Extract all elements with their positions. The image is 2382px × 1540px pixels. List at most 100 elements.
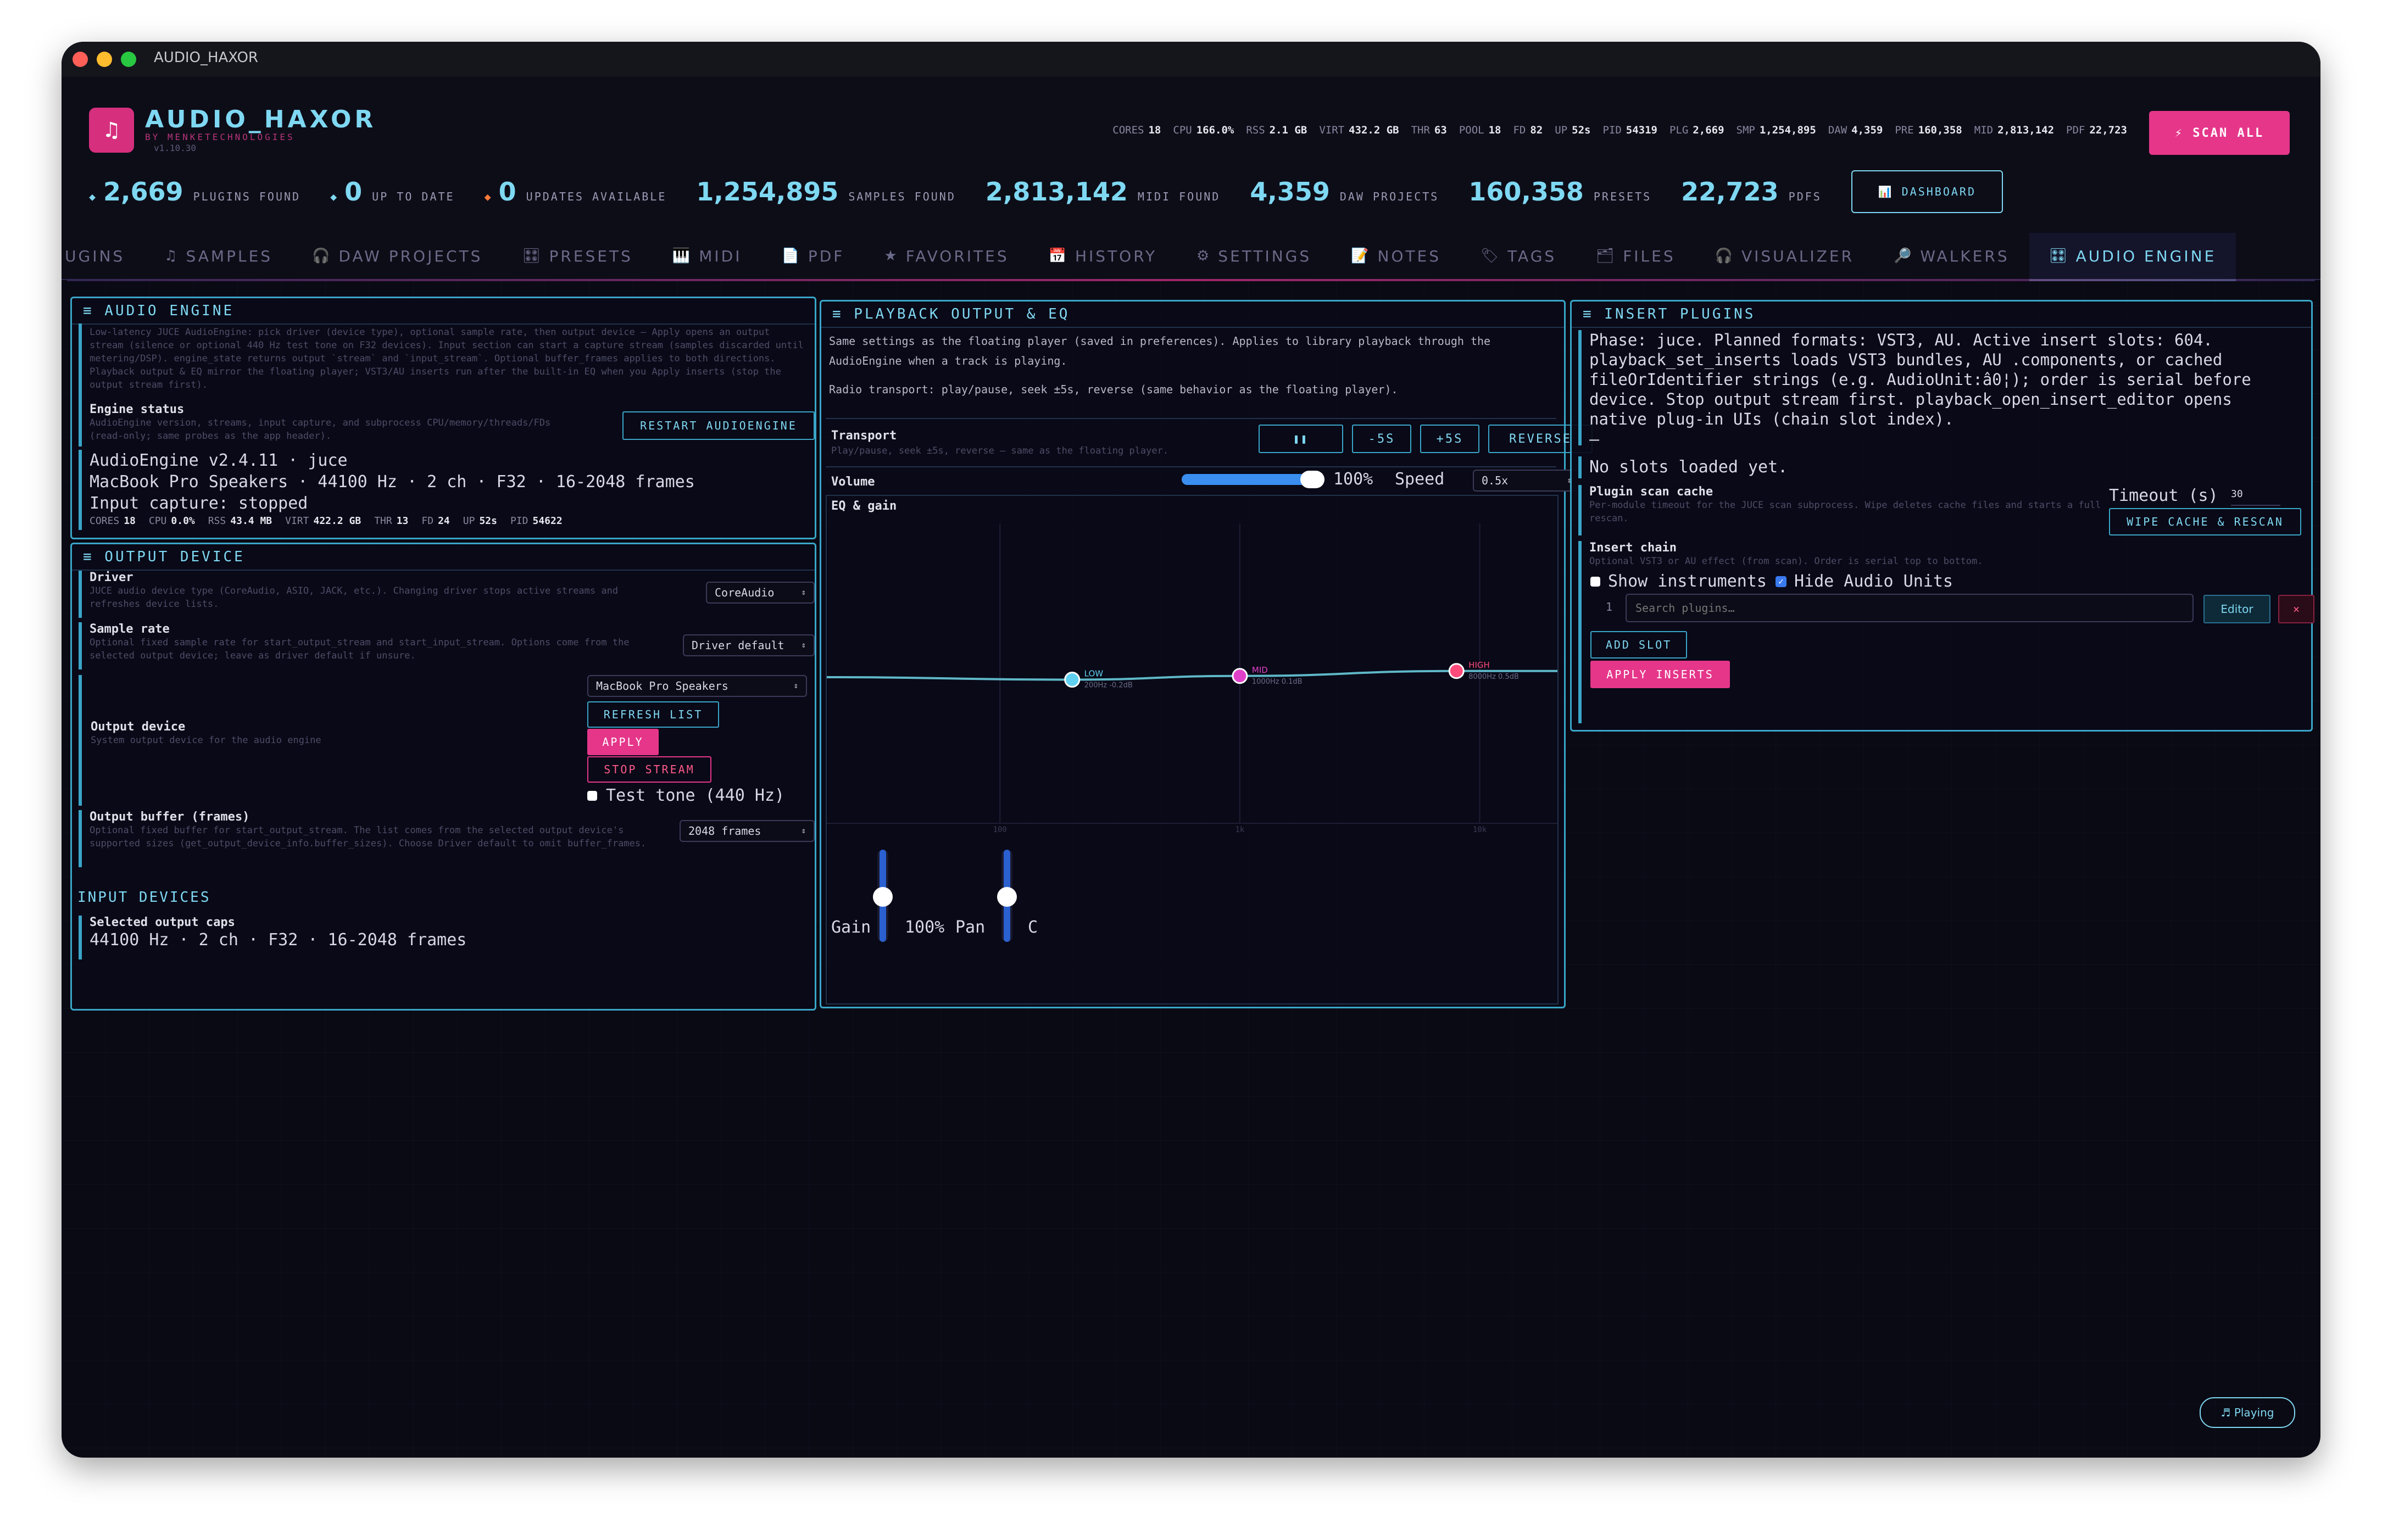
show-instruments-checkbox[interactable]: [1590, 576, 1600, 587]
tab-label: UGINS: [65, 247, 125, 265]
app-window: AUDIO_HAXOR ♫ AUDIO_HAXOR BY MENKETECHNO…: [62, 42, 2320, 1458]
tab-history[interactable]: 📅 HISTORY: [1029, 233, 1177, 279]
dashboard-button[interactable]: 📊 DASHBOARD: [1851, 170, 2003, 213]
panel-title: ≡ OUTPUT DEVICE: [72, 544, 815, 571]
process-metric: CPU 0.0%: [149, 515, 195, 527]
sample-rate-select[interactable]: Driver default ⇕: [683, 634, 815, 656]
pan-slider[interactable]: [997, 850, 1017, 942]
metric-key: CPU: [1173, 124, 1192, 136]
restart-audioengine-button[interactable]: RESTART AUDIOENGINE: [622, 411, 815, 440]
tab-midi[interactable]: 🎹 MIDI: [653, 233, 762, 279]
tab-presets[interactable]: 🎛 PRESETS: [502, 233, 652, 279]
test-tone-checkbox[interactable]: [587, 790, 597, 801]
engine-process-metrics: CORES 18 CPU 0.0% RSS 43.4 MB VIRT 422.2 GB THR 1…: [90, 515, 809, 527]
eq-curve-graph[interactable]: 100 1k 10k LOW 200Hz -0.2dB MID 1000Hz 0.1dB HI…: [827, 518, 1557, 836]
output-buffer-section: Output buffer (frames) Optional fixed bu…: [79, 810, 817, 867]
input-capture-line: Input capture: stopped: [90, 494, 308, 513]
pan-knob[interactable]: [997, 887, 1017, 907]
transport-section: Transport Play/pause, seek ±5s, reverse …: [826, 418, 1593, 464]
tab-daw-projects[interactable]: 🎧 DAW PROJECTS: [292, 233, 502, 279]
editor-button[interactable]: Editor: [2203, 595, 2270, 623]
now-playing-badge[interactable]: ♬ Playing: [2200, 1397, 2295, 1428]
metric-key: RSS: [208, 515, 226, 527]
seek-forward-5s-button[interactable]: +5S: [1420, 425, 1479, 453]
metric-value: 422.2 GB: [313, 515, 361, 527]
test-tone-label: Test tone (440 Hz): [606, 786, 785, 805]
output-device-section: MacBook Pro Speakers ⇕ REFRESH LIST APPLY…: [79, 675, 817, 806]
tab-label: PRESETS: [549, 247, 633, 265]
eq-band-handle-mid[interactable]: [1232, 668, 1248, 684]
volume-slider[interactable]: [1182, 471, 1324, 488]
tab-walkers[interactable]: 🔎 WALKERS: [1874, 233, 2029, 279]
metric-key: CPU: [148, 515, 167, 527]
apply-device-button[interactable]: APPLY: [587, 729, 659, 755]
tab-label: WALKERS: [1920, 247, 2010, 265]
stats-bar: ◆ 2,669 PLUGINS FOUND ◆ 0 UP TO DATE ◆ 0 UPDATES…: [89, 170, 2003, 213]
insert-chain-label: Insert chain: [1589, 541, 1677, 555]
add-slot-button[interactable]: ADD SLOT: [1590, 631, 1687, 659]
refresh-list-button[interactable]: REFRESH LIST: [587, 701, 719, 728]
header-metric: FD 82: [1513, 124, 1543, 136]
tab-files[interactable]: 🗂 FILES: [1576, 233, 1695, 279]
driver-select[interactable]: CoreAudio ⇕: [706, 582, 815, 604]
tab-samples[interactable]: ♫ SAMPLES: [144, 233, 292, 279]
eq-band-handle-high[interactable]: [1448, 663, 1465, 679]
pan-value: C: [1028, 918, 1038, 937]
metric-key: THR: [374, 515, 392, 527]
output-buffer-select[interactable]: 2048 frames ⇕: [680, 820, 815, 842]
output-device-value: MacBook Pro Speakers: [596, 679, 728, 693]
metric-key: PID: [1602, 124, 1622, 136]
seek-back-5s-button[interactable]: -5S: [1352, 425, 1411, 453]
tab-tags[interactable]: 🏷 TAGS: [1461, 233, 1576, 279]
eq-band-name: MID: [1252, 665, 1268, 675]
gain-slider[interactable]: [873, 850, 893, 942]
insert-chain-desc: Optional VST3 or AU effect (from scan). …: [1589, 556, 1983, 567]
tab-pdf[interactable]: 📄 PDF: [761, 233, 864, 279]
metric-value: 52s: [479, 515, 497, 527]
minimize-window-button[interactable]: [97, 52, 112, 67]
apply-inserts-button[interactable]: APPLY INSERTS: [1590, 661, 1730, 688]
stat-number: 1,254,895: [696, 177, 839, 207]
gain-knob[interactable]: [873, 887, 893, 907]
scan-cache-desc: Per-module timeout for the JUCE scan sub…: [1589, 500, 2101, 524]
tab-favorites[interactable]: ★ FAVORITES: [864, 233, 1028, 279]
eq-band-handle-low[interactable]: [1064, 672, 1081, 688]
metric-value: 54319: [1626, 124, 1657, 136]
tab-label: FAVORITES: [905, 247, 1009, 265]
hide-au-checkbox[interactable]: ✓: [1775, 576, 1786, 587]
pause-button[interactable]: ❚❚: [1259, 425, 1343, 453]
stat-item: 160,358 PRESETS: [1468, 177, 1651, 207]
panel-title: ≡ INSERT PLUGINS: [1572, 302, 2311, 328]
plugin-search-input[interactable]: [1626, 594, 2194, 622]
volume-knob[interactable]: [1300, 471, 1324, 488]
scan-all-button[interactable]: ⚡ SCAN ALL: [2149, 111, 2290, 155]
close-window-button[interactable]: [73, 52, 88, 67]
metric-value: 1,254,895: [1759, 124, 1816, 136]
hide-au-label: Hide Audio Units: [1794, 572, 1953, 591]
wipe-cache-rescan-button[interactable]: WIPE CACHE & RESCAN: [2109, 508, 2301, 535]
metric-value: 166.0%: [1196, 124, 1234, 136]
tab-label: HISTORY: [1075, 247, 1157, 265]
tab-ugins[interactable]: UGINS: [62, 233, 144, 279]
speed-select[interactable]: 0.5x ⇕: [1473, 470, 1580, 492]
tab-icon: 🎹: [672, 248, 693, 264]
tab-audio-engine[interactable]: 🎛 AUDIO ENGINE: [2029, 233, 2236, 281]
stat-label: PRESETS: [1593, 190, 1652, 203]
eq-band-info: 200Hz -0.2dB: [1084, 682, 1133, 690]
metric-key: DAW: [1828, 124, 1847, 136]
engine-description-section: Low-latency JUCE AudioEngine: pick drive…: [79, 323, 817, 404]
playback-description: Same settings as the floating player (sa…: [829, 331, 1554, 399]
output-device-select[interactable]: MacBook Pro Speakers ⇕: [587, 675, 807, 697]
eq-tick-label: 100: [993, 825, 1007, 834]
stop-stream-button[interactable]: STOP STREAM: [587, 756, 711, 783]
timeout-input[interactable]: 30: [2231, 488, 2280, 506]
tab-bar: UGINS ♫ SAMPLES 🎧 DAW PROJECTS 🎛 PRESETS 🎹 MIDI 📄…: [62, 233, 2320, 281]
insert-chain-section: Insert chain Optional VST3 or AU effect …: [1578, 541, 2314, 723]
metric-value: 82: [1530, 124, 1543, 136]
tab-visualizer[interactable]: 🎧 VISUALIZER: [1695, 233, 1874, 279]
tab-settings[interactable]: ⚙ SETTINGS: [1177, 233, 1331, 279]
test-tone-toggle[interactable]: Test tone (440 Hz): [587, 785, 784, 806]
remove-slot-button[interactable]: ×: [2278, 595, 2314, 623]
maximize-window-button[interactable]: [121, 52, 136, 67]
tab-notes[interactable]: 📝 NOTES: [1331, 233, 1461, 279]
